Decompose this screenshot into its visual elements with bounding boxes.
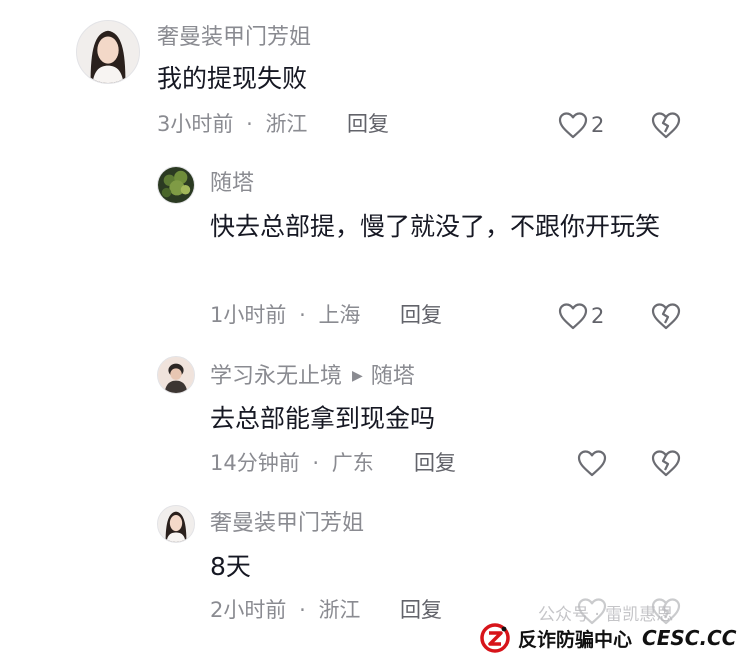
heart-outline-icon <box>558 303 588 330</box>
reply-author[interactable]: 学习永无止境 <box>210 364 342 389</box>
comment-location: 广东 <box>331 451 374 475</box>
reply-button[interactable]: 回复 <box>400 305 442 326</box>
comment-text: 我的提现失败 <box>157 64 308 93</box>
comment-time: 2小时前 <box>210 598 287 622</box>
user-avatar-image <box>158 357 194 393</box>
comment-meta: 1小时前 · 上海 <box>210 305 360 326</box>
reply-button[interactable]: 回复 <box>414 453 456 474</box>
avatar[interactable] <box>157 356 195 394</box>
comment-meta: 14分钟前 · 广东 <box>210 453 374 474</box>
meta-separator: · <box>312 451 320 475</box>
comment-location: 浙江 <box>265 112 308 136</box>
broken-heart-icon <box>651 450 681 477</box>
comment-meta: 2小时前 · 浙江 <box>210 600 360 621</box>
reply-button[interactable]: 回复 <box>347 114 389 135</box>
reply-target[interactable]: 随塔 <box>371 364 415 389</box>
broken-heart-icon <box>651 303 681 330</box>
comment-location: 上海 <box>318 303 361 327</box>
comment-location: 浙江 <box>318 598 361 622</box>
comment-username[interactable]: 奢曼装甲门芳姐 <box>210 513 364 535</box>
comment-text: 去总部能拿到现金吗 <box>210 404 436 433</box>
like-button[interactable]: 2 <box>557 301 604 331</box>
avatar[interactable] <box>76 20 140 84</box>
dislike-button[interactable] <box>650 301 682 331</box>
avatar[interactable] <box>157 505 195 543</box>
reply-button[interactable]: 回复 <box>400 600 442 621</box>
heart-outline-icon <box>558 112 588 139</box>
comment-time: 3小时前 <box>157 112 234 136</box>
meta-separator: · <box>299 303 306 327</box>
user-avatar-image <box>158 506 194 542</box>
comment-time: 1小时前 <box>210 303 287 327</box>
brand-watermark: 反诈防骗中心 CESC.CC <box>480 620 736 656</box>
dislike-button[interactable] <box>650 448 682 478</box>
brand-domain: CESC.CC <box>642 626 737 650</box>
brand-name: 反诈防骗中心 <box>518 628 633 651</box>
user-avatar-image <box>77 21 139 83</box>
comment-text: 快去总部提，慢了就没了，不跟你开玩笑 <box>210 212 661 241</box>
comment-username[interactable]: 学习永无止境 ▶ 随塔 <box>210 366 415 388</box>
broken-heart-icon <box>651 112 681 139</box>
avatar[interactable] <box>157 166 195 204</box>
comment-username[interactable]: 随塔 <box>210 173 254 195</box>
comment-time: 14分钟前 <box>210 451 300 475</box>
comment-text: 8天 <box>210 552 251 581</box>
anti-fraud-logo-icon <box>480 623 510 653</box>
like-count: 2 <box>591 112 605 137</box>
like-button[interactable] <box>576 448 610 478</box>
comment-meta: 3小时前 · 浙江 <box>157 114 307 135</box>
comment-username[interactable]: 奢曼装甲门芳姐 <box>157 27 311 49</box>
dislike-button[interactable] <box>650 110 682 140</box>
triangle-right-icon: ▶ <box>352 368 363 384</box>
like-button[interactable]: 2 <box>557 110 604 140</box>
user-avatar-image <box>158 167 194 203</box>
meta-separator: · <box>299 598 306 622</box>
like-count: 2 <box>591 303 605 328</box>
heart-outline-icon <box>577 450 607 477</box>
meta-separator: · <box>246 112 253 136</box>
